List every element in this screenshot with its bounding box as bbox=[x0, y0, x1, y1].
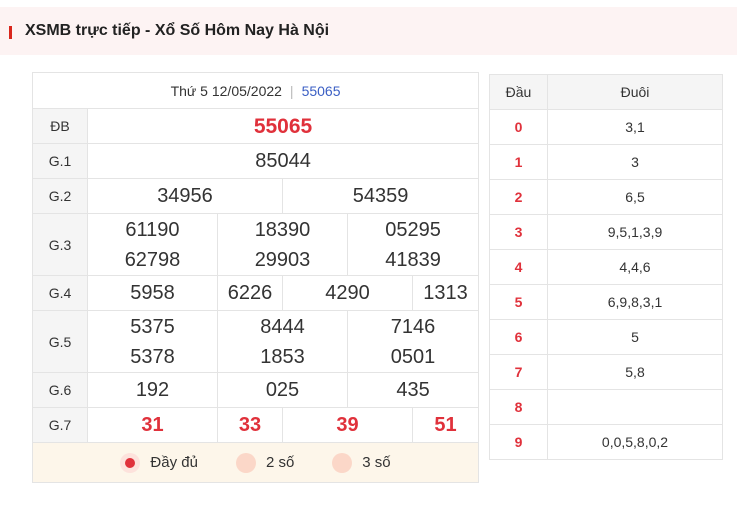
mode-option-2-digits[interactable]: 2 số bbox=[235, 452, 295, 473]
duoi-cell: 3,1 bbox=[547, 109, 723, 145]
prize-label-g7: G.7 bbox=[32, 407, 88, 443]
prize-g3-value: 61190 bbox=[125, 218, 180, 241]
prize-g3-value: 18390 bbox=[254, 218, 311, 241]
dau-cell: 6 bbox=[489, 319, 548, 355]
prize-label-special: ĐB bbox=[32, 108, 88, 144]
prize-g1-value: 85044 bbox=[86, 143, 480, 179]
loto-head-tail-table: Đầu Đuôi 0 3,1 13 2 6,5 3 9,5,1,3,9 4 4,4,6 … bbox=[489, 74, 723, 460]
prize-g2-value: 54359 bbox=[281, 178, 480, 214]
prize-g3-value: 29903 bbox=[254, 248, 311, 271]
prize-g5-value: 5375 bbox=[130, 315, 175, 338]
prize-g6-value: 025 bbox=[217, 372, 348, 408]
display-mode-bar: Đầy đủ 2 số 3 số bbox=[31, 442, 480, 483]
prize-label-g2: G.2 bbox=[32, 178, 88, 214]
prize-label-g1: G.1 bbox=[32, 143, 88, 179]
draw-date: Thứ 5 12/05/2022 bbox=[170, 82, 282, 99]
prize-g5-value: 1853 bbox=[260, 345, 305, 368]
radio-unselected-icon[interactable] bbox=[235, 452, 256, 473]
mode-label: 2 số bbox=[265, 454, 295, 471]
prize-label-g3: G.3 bbox=[32, 213, 88, 276]
draw-info: Thứ 5 12/05/2022 | 55065 bbox=[31, 72, 480, 109]
lottery-result-table: Thứ 5 12/05/2022 | 55065 ĐB 55065 G.1 8504… bbox=[31, 72, 480, 483]
dau-cell: 4 bbox=[489, 249, 548, 285]
duoi-cell: 9,5,1,3,9 bbox=[547, 214, 723, 250]
prize-g5-value: 0501 bbox=[390, 345, 436, 368]
table-row: 9 0,0,5,8,0,2 bbox=[489, 424, 723, 460]
dau-cell: 5 bbox=[489, 284, 548, 320]
duoi-cell: 0,0,5,8,0,2 bbox=[547, 424, 723, 460]
prize-g7-value: 33 bbox=[217, 407, 283, 443]
prize-g6-value: 435 bbox=[346, 372, 480, 408]
prize-g5-value: 5378 bbox=[130, 345, 175, 368]
dau-cell: 7 bbox=[489, 354, 548, 390]
duoi-cell: 3 bbox=[547, 144, 723, 180]
mode-label: Đầy đủ bbox=[150, 454, 198, 471]
table-row: 13 bbox=[489, 144, 723, 180]
radio-unselected-icon[interactable] bbox=[332, 452, 353, 473]
prize-g4-value: 5958 bbox=[87, 275, 218, 311]
dau-cell: 0 bbox=[489, 109, 548, 145]
prize-label-g4: G.4 bbox=[32, 275, 88, 311]
prize-label-g6: G.6 bbox=[32, 372, 88, 408]
dau-cell: 3 bbox=[489, 214, 548, 250]
draw-separator: | bbox=[289, 82, 294, 99]
prize-g3-value: 62798 bbox=[124, 248, 181, 271]
dau-cell: 2 bbox=[489, 179, 548, 215]
prize-g7-value: 31 bbox=[87, 407, 218, 443]
prize-g7-value: 51 bbox=[411, 407, 480, 443]
dau-cell: 9 bbox=[489, 424, 548, 460]
duoi-cell: 4,4,6 bbox=[547, 249, 723, 285]
dau-cell: 1 bbox=[489, 144, 548, 180]
table-row: 8 bbox=[489, 389, 723, 425]
mode-option-3-digits[interactable]: 3 số bbox=[332, 452, 391, 473]
prize-g5-value: 8444 bbox=[260, 315, 305, 338]
table-row: 4 4,4,6 bbox=[489, 249, 723, 285]
prize-g6-value: 192 bbox=[87, 372, 218, 408]
prize-label-g5: G.5 bbox=[32, 310, 88, 373]
mode-label: 3 số bbox=[362, 454, 391, 471]
column-header-duoi: Đuôi bbox=[547, 74, 723, 110]
table-row: 3 9,5,1,3,9 bbox=[489, 214, 723, 250]
prize-g5-value: 7146 bbox=[390, 315, 436, 338]
duoi-cell bbox=[547, 389, 723, 425]
header-accent-bar bbox=[9, 26, 12, 39]
duoi-cell: 6,9,8,3,1 bbox=[547, 284, 723, 320]
prize-g2-value: 34956 bbox=[87, 178, 283, 214]
duoi-cell: 6,5 bbox=[547, 179, 723, 215]
column-header-dau: Đầu bbox=[489, 74, 548, 110]
table-row: 5 6,9,8,3,1 bbox=[489, 284, 723, 320]
table-row: 7 5,8 bbox=[489, 354, 723, 390]
table-row: 65 bbox=[489, 319, 723, 355]
table-row: 0 3,1 bbox=[489, 109, 723, 145]
table-row: 2 6,5 bbox=[489, 179, 723, 215]
prize-g4-value: 6226 bbox=[217, 275, 283, 311]
duoi-cell: 5,8 bbox=[547, 354, 723, 390]
mode-option-full[interactable]: Đầy đủ bbox=[120, 452, 198, 473]
duoi-cell: 5 bbox=[547, 319, 723, 355]
page-title: XSMB trực tiếp - Xổ Số Hôm Nay Hà Nội bbox=[25, 22, 330, 39]
prize-special-value: 55065 bbox=[86, 108, 480, 144]
prize-g7-value: 39 bbox=[282, 407, 413, 443]
prize-g3-value: 05295 bbox=[385, 218, 441, 241]
dau-cell: 8 bbox=[489, 389, 548, 425]
prize-g4-value: 1313 bbox=[411, 275, 480, 311]
prize-g4-value: 4290 bbox=[282, 275, 413, 311]
prize-g3-value: 41839 bbox=[385, 248, 441, 271]
draw-code-link[interactable]: 55065 bbox=[302, 83, 341, 99]
radio-selected-icon[interactable] bbox=[120, 452, 141, 473]
